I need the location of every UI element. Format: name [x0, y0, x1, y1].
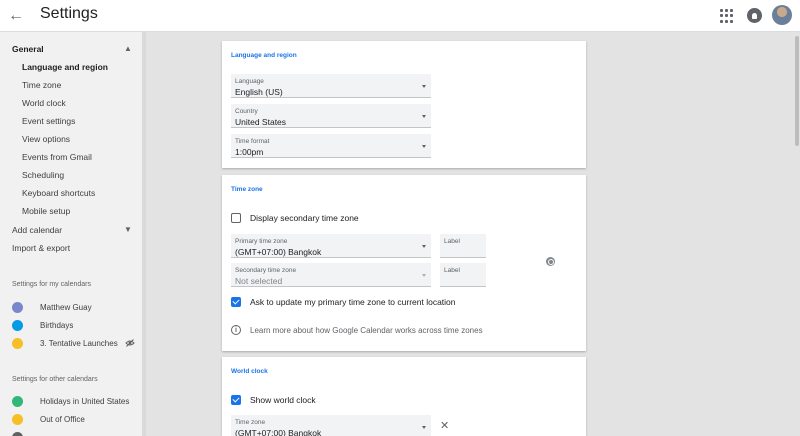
sidebar-item-label: View options [22, 134, 71, 144]
field-caption: Time zone [235, 419, 266, 426]
calendar-label: Holidays in United States [40, 396, 130, 406]
sidebar-item-world-clock[interactable]: World clock [0, 94, 142, 112]
field-value: United States [235, 117, 287, 127]
field-caption: Primary time zone [235, 238, 288, 245]
sidebar-item-scheduling[interactable]: Scheduling [0, 166, 142, 184]
time-zone-card: Time zone Display secondary time zone Pr… [222, 175, 586, 351]
notifications-icon[interactable] [747, 8, 762, 23]
sidebar-item-label: General [12, 44, 44, 54]
calendar-color-dot [12, 319, 23, 331]
sidebar-item-time-zone[interactable]: Time zone [0, 76, 142, 94]
sidebar-item-general[interactable]: General ▲ [0, 40, 142, 58]
sidebar-item-label: Add calendar [12, 225, 63, 235]
calendar-label: 3. Tentative Launches [40, 338, 118, 348]
section-heading-my-calendars: Settings for my calendars [12, 281, 91, 288]
primary-label-input[interactable]: Label [440, 234, 486, 258]
remove-time-zone-icon[interactable]: ✕ [440, 421, 449, 432]
card-title: Language and region [231, 52, 297, 59]
sidebar-item-label: Event settings [22, 116, 76, 126]
calendar-item[interactable]: Holidays in United States [0, 392, 142, 410]
calendar-color-dot [12, 431, 23, 436]
sidebar-item-label: Import & export [12, 243, 71, 253]
chevron-down-icon: ▼ [124, 225, 132, 234]
dropdown-arrow-icon [422, 245, 426, 248]
calendar-label: Matthew Guay [40, 302, 92, 312]
avatar[interactable] [772, 5, 792, 25]
sidebar-item-label: Mobile setup [22, 206, 71, 216]
calendar-label: Out of Office [40, 414, 85, 424]
sidebar-item-mobile-setup[interactable]: Mobile setup [0, 202, 142, 220]
field-value: English (US) [235, 87, 283, 97]
dropdown-arrow-icon [422, 85, 426, 88]
field-caption: Time format [235, 138, 270, 145]
time-format-select[interactable]: Time format 1:00pm [231, 134, 431, 158]
calendar-item[interactable] [0, 428, 142, 436]
sidebar-item-label: Language and region [22, 62, 108, 72]
chevron-up-icon: ▲ [124, 44, 132, 53]
sidebar-item-label: Time zone [22, 80, 62, 90]
swap-time-zones-icon[interactable] [546, 257, 555, 266]
secondary-time-zone-select[interactable]: Secondary time zone Not selected [231, 263, 431, 287]
field-caption: Language [235, 78, 264, 85]
section-heading-other-calendars: Settings for other calendars [12, 376, 98, 383]
show-world-clock-checkbox[interactable] [231, 395, 241, 405]
world-clock-time-zone-select[interactable]: Time zone (GMT+07:00) Bangkok [231, 415, 431, 436]
field-caption: Label [444, 267, 460, 274]
sidebar: General ▲ Language and region Time zone … [0, 32, 146, 436]
ask-update-time-zone-checkbox[interactable] [231, 297, 241, 307]
sidebar-item-keyboard-shortcuts[interactable]: Keyboard shortcuts [0, 184, 142, 202]
dropdown-arrow-icon [422, 426, 426, 429]
secondary-label-input[interactable]: Label [440, 263, 486, 287]
top-bar: ← Settings [0, 0, 800, 32]
calendar-color-dot [12, 301, 23, 313]
field-value: Not selected [235, 276, 283, 286]
sidebar-item-label: Events from Gmail [22, 152, 92, 162]
field-caption: Label [444, 238, 460, 245]
field-caption: Secondary time zone [235, 267, 297, 274]
field-caption: Country [235, 108, 258, 115]
dropdown-arrow-icon [422, 274, 426, 277]
language-region-card: Language and region Language English (US… [222, 41, 586, 168]
primary-time-zone-select[interactable]: Primary time zone (GMT+07:00) Bangkok [231, 234, 431, 258]
sidebar-item-events-from-gmail[interactable]: Events from Gmail [0, 148, 142, 166]
checkbox-label: Show world clock [250, 395, 316, 405]
calendar-item[interactable]: Birthdays [0, 316, 142, 334]
sidebar-item-label: Keyboard shortcuts [22, 188, 96, 198]
sidebar-item-label: Scheduling [22, 170, 65, 180]
main-scrollbar-thumb[interactable] [795, 36, 799, 146]
checkbox-label: Display secondary time zone [250, 213, 359, 223]
field-value: 1:00pm [235, 147, 264, 157]
sidebar-item-language-and-region[interactable]: Language and region [0, 58, 142, 76]
calendar-label: Birthdays [40, 320, 74, 330]
calendar-color-dot [12, 337, 23, 349]
secondary-time-zone-checkbox[interactable] [231, 213, 241, 223]
country-select[interactable]: Country United States [231, 104, 431, 128]
info-icon: i [231, 325, 241, 335]
sidebar-item-import-export[interactable]: Import & export [0, 239, 142, 257]
field-value: (GMT+07:00) Bangkok [235, 428, 322, 436]
calendar-item[interactable]: Matthew Guay [0, 298, 142, 316]
sidebar-scrollbar[interactable] [142, 32, 146, 436]
back-arrow-icon[interactable]: ← [6, 6, 26, 26]
apps-grid-icon[interactable] [720, 9, 734, 23]
page-title: Settings [40, 5, 98, 22]
card-title: Time zone [231, 186, 263, 193]
sidebar-item-view-options[interactable]: View options [0, 130, 142, 148]
calendar-color-dot [12, 395, 23, 407]
learn-more-link[interactable]: Learn more about how Google Calendar wor… [250, 326, 483, 335]
field-value: (GMT+07:00) Bangkok [235, 247, 322, 257]
sidebar-item-label: World clock [22, 98, 66, 108]
calendar-item[interactable]: Out of Office [0, 410, 142, 428]
dropdown-arrow-icon [422, 145, 426, 148]
calendar-color-dot [12, 413, 23, 425]
language-select[interactable]: Language English (US) [231, 74, 431, 98]
dropdown-arrow-icon [422, 115, 426, 118]
visibility-off-icon[interactable] [125, 338, 135, 348]
sidebar-item-add-calendar[interactable]: Add calendar ▼ [0, 221, 142, 239]
card-title: World clock [231, 368, 268, 375]
world-clock-card: World clock Show world clock Time zone (… [222, 357, 586, 436]
sidebar-item-event-settings[interactable]: Event settings [0, 112, 142, 130]
checkbox-label: Ask to update my primary time zone to cu… [250, 297, 456, 307]
calendar-item[interactable]: 3. Tentative Launches [0, 334, 142, 352]
